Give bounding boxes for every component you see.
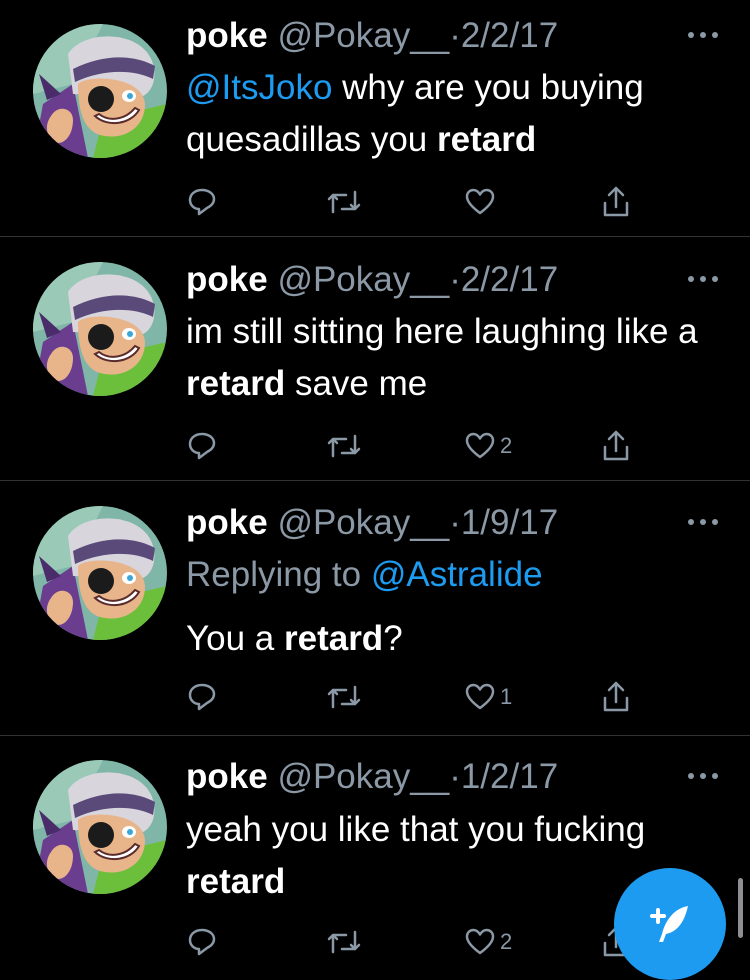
reply-button[interactable]: [186, 922, 218, 962]
tweet-text: @ItsJoko why are you buying quesadillas …: [186, 62, 726, 166]
display-name[interactable]: poke: [186, 757, 268, 796]
like-count: 2: [500, 433, 513, 458]
handle[interactable]: @Pokay__: [277, 16, 449, 55]
action-bar: 2: [186, 426, 646, 466]
share-icon: [603, 186, 629, 217]
text-segment: im still sitting here laughing like a: [186, 312, 698, 351]
bold-text-segment: retard: [283, 619, 384, 658]
action-bar: [186, 182, 646, 222]
more-icon[interactable]: [686, 30, 720, 40]
more-icon[interactable]: [686, 771, 720, 781]
retweet-icon: [327, 685, 361, 709]
heart-icon: [465, 683, 495, 710]
handle[interactable]: @Pokay__: [277, 757, 449, 796]
tweet-text: You a retard?: [186, 613, 726, 665]
heart-icon: [465, 188, 495, 215]
avatar[interactable]: [33, 506, 167, 640]
retweet-button[interactable]: [326, 677, 362, 717]
timestamp[interactable]: 2/2/17: [461, 16, 558, 55]
like-button[interactable]: 1: [464, 677, 512, 717]
more-icon[interactable]: [686, 517, 720, 527]
separator: ·: [449, 503, 461, 542]
share-button[interactable]: [600, 677, 632, 717]
retweet-icon: [327, 930, 361, 954]
action-bar: 2: [186, 922, 646, 962]
avatar[interactable]: [33, 760, 167, 894]
bold-text-segment: retard: [437, 120, 537, 159]
tweet-header: poke @Pokay__·2/2/17: [186, 259, 558, 301]
retweet-icon: [327, 190, 361, 214]
reply-icon: [188, 432, 216, 460]
avatar[interactable]: [33, 262, 167, 396]
reply-icon: [188, 928, 216, 956]
tweet[interactable]: poke @Pokay__·2/2/17 im still sitting he…: [0, 237, 750, 480]
share-icon: [603, 430, 629, 461]
like-button[interactable]: [464, 182, 500, 222]
handle[interactable]: @Pokay__: [277, 260, 449, 299]
like-count: 1: [500, 684, 513, 709]
tweet-text: im still sitting here laughing like a re…: [186, 306, 726, 410]
tweet[interactable]: poke @Pokay__·2/2/17 @ItsJoko why are yo…: [0, 0, 750, 236]
display-name[interactable]: poke: [186, 260, 268, 299]
retweet-button[interactable]: [326, 182, 362, 222]
scrollbar[interactable]: [738, 878, 743, 938]
compose-tweet-icon: [650, 906, 688, 942]
tweet[interactable]: poke @Pokay__·1/9/17 Replying to @Astral…: [0, 481, 750, 735]
reply-button[interactable]: [186, 182, 218, 222]
bold-text-segment: retard: [186, 862, 286, 901]
reply-icon: [188, 683, 216, 711]
tweet-header: poke @Pokay__·2/2/17: [186, 15, 558, 57]
display-name[interactable]: poke: [186, 16, 268, 55]
like-count: 2: [500, 929, 513, 954]
tweet-header: poke @Pokay__·1/9/17: [186, 502, 558, 544]
timestamp[interactable]: 2/2/17: [461, 260, 558, 299]
compose-tweet-button[interactable]: [614, 868, 726, 980]
reply-button[interactable]: [186, 426, 218, 466]
heart-icon: [465, 928, 495, 955]
like-button[interactable]: 2: [464, 426, 512, 466]
mention-link[interactable]: @ItsJoko: [186, 68, 332, 107]
separator: ·: [449, 260, 461, 299]
reply-icon: [188, 188, 216, 216]
replying-to: Replying to @Astralide: [186, 554, 543, 596]
reply-mention-link[interactable]: @Astralide: [371, 555, 543, 594]
text-segment: save me: [285, 364, 428, 403]
retweet-button[interactable]: [326, 922, 362, 962]
separator: ·: [449, 16, 461, 55]
share-icon: [603, 681, 629, 712]
separator: ·: [449, 757, 461, 796]
avatar[interactable]: [33, 24, 167, 158]
text-segment: yeah you like that you fucking: [186, 810, 646, 849]
tweet-header: poke @Pokay__·1/2/17: [186, 756, 558, 798]
bold-text-segment: retard: [186, 364, 286, 403]
retweet-icon: [327, 434, 361, 458]
retweet-button[interactable]: [326, 426, 362, 466]
display-name[interactable]: poke: [186, 503, 268, 542]
timestamp[interactable]: 1/9/17: [461, 503, 558, 542]
handle[interactable]: @Pokay__: [277, 503, 449, 542]
timestamp[interactable]: 1/2/17: [461, 757, 558, 796]
share-button[interactable]: [600, 426, 632, 466]
replying-to-label: Replying to: [186, 555, 371, 594]
share-button[interactable]: [600, 182, 632, 222]
text-segment: ?: [383, 619, 403, 658]
more-icon[interactable]: [686, 274, 720, 284]
heart-icon: [465, 432, 495, 459]
action-bar: 1: [186, 677, 646, 717]
text-segment: You a: [186, 619, 284, 658]
like-button[interactable]: 2: [464, 922, 512, 962]
reply-button[interactable]: [186, 677, 218, 717]
